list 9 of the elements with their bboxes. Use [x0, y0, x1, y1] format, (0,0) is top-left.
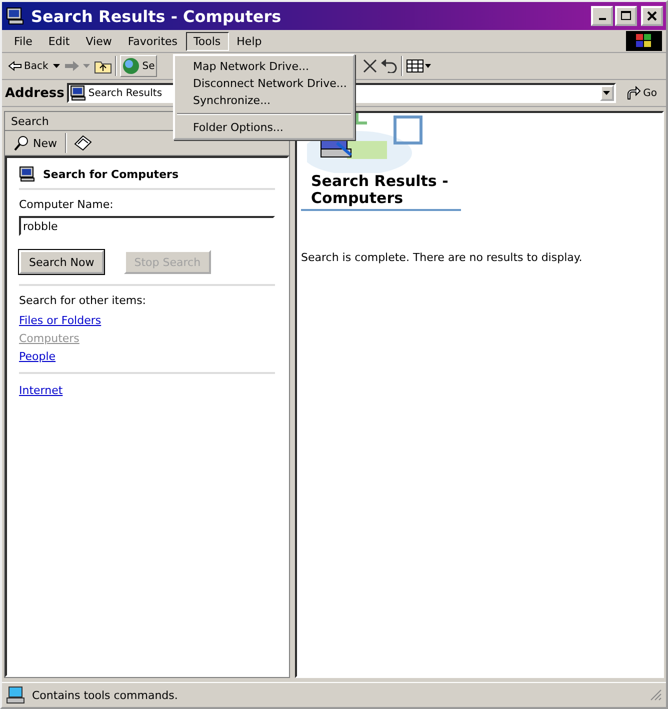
pane-heading: Search for Computers: [43, 168, 178, 180]
results-message: Search is complete. There are no results to display.: [301, 251, 584, 264]
window-title: Search Results - Computers: [31, 6, 282, 26]
field-label: Computer Name:: [19, 198, 114, 211]
address-label: Address: [5, 86, 64, 100]
status-text: Contains tools commands.: [32, 688, 178, 702]
results-heading: Search Results - Computers: [301, 173, 461, 211]
other-items-label: Search for other items:: [19, 294, 147, 307]
pane-title: Search: [11, 114, 49, 128]
